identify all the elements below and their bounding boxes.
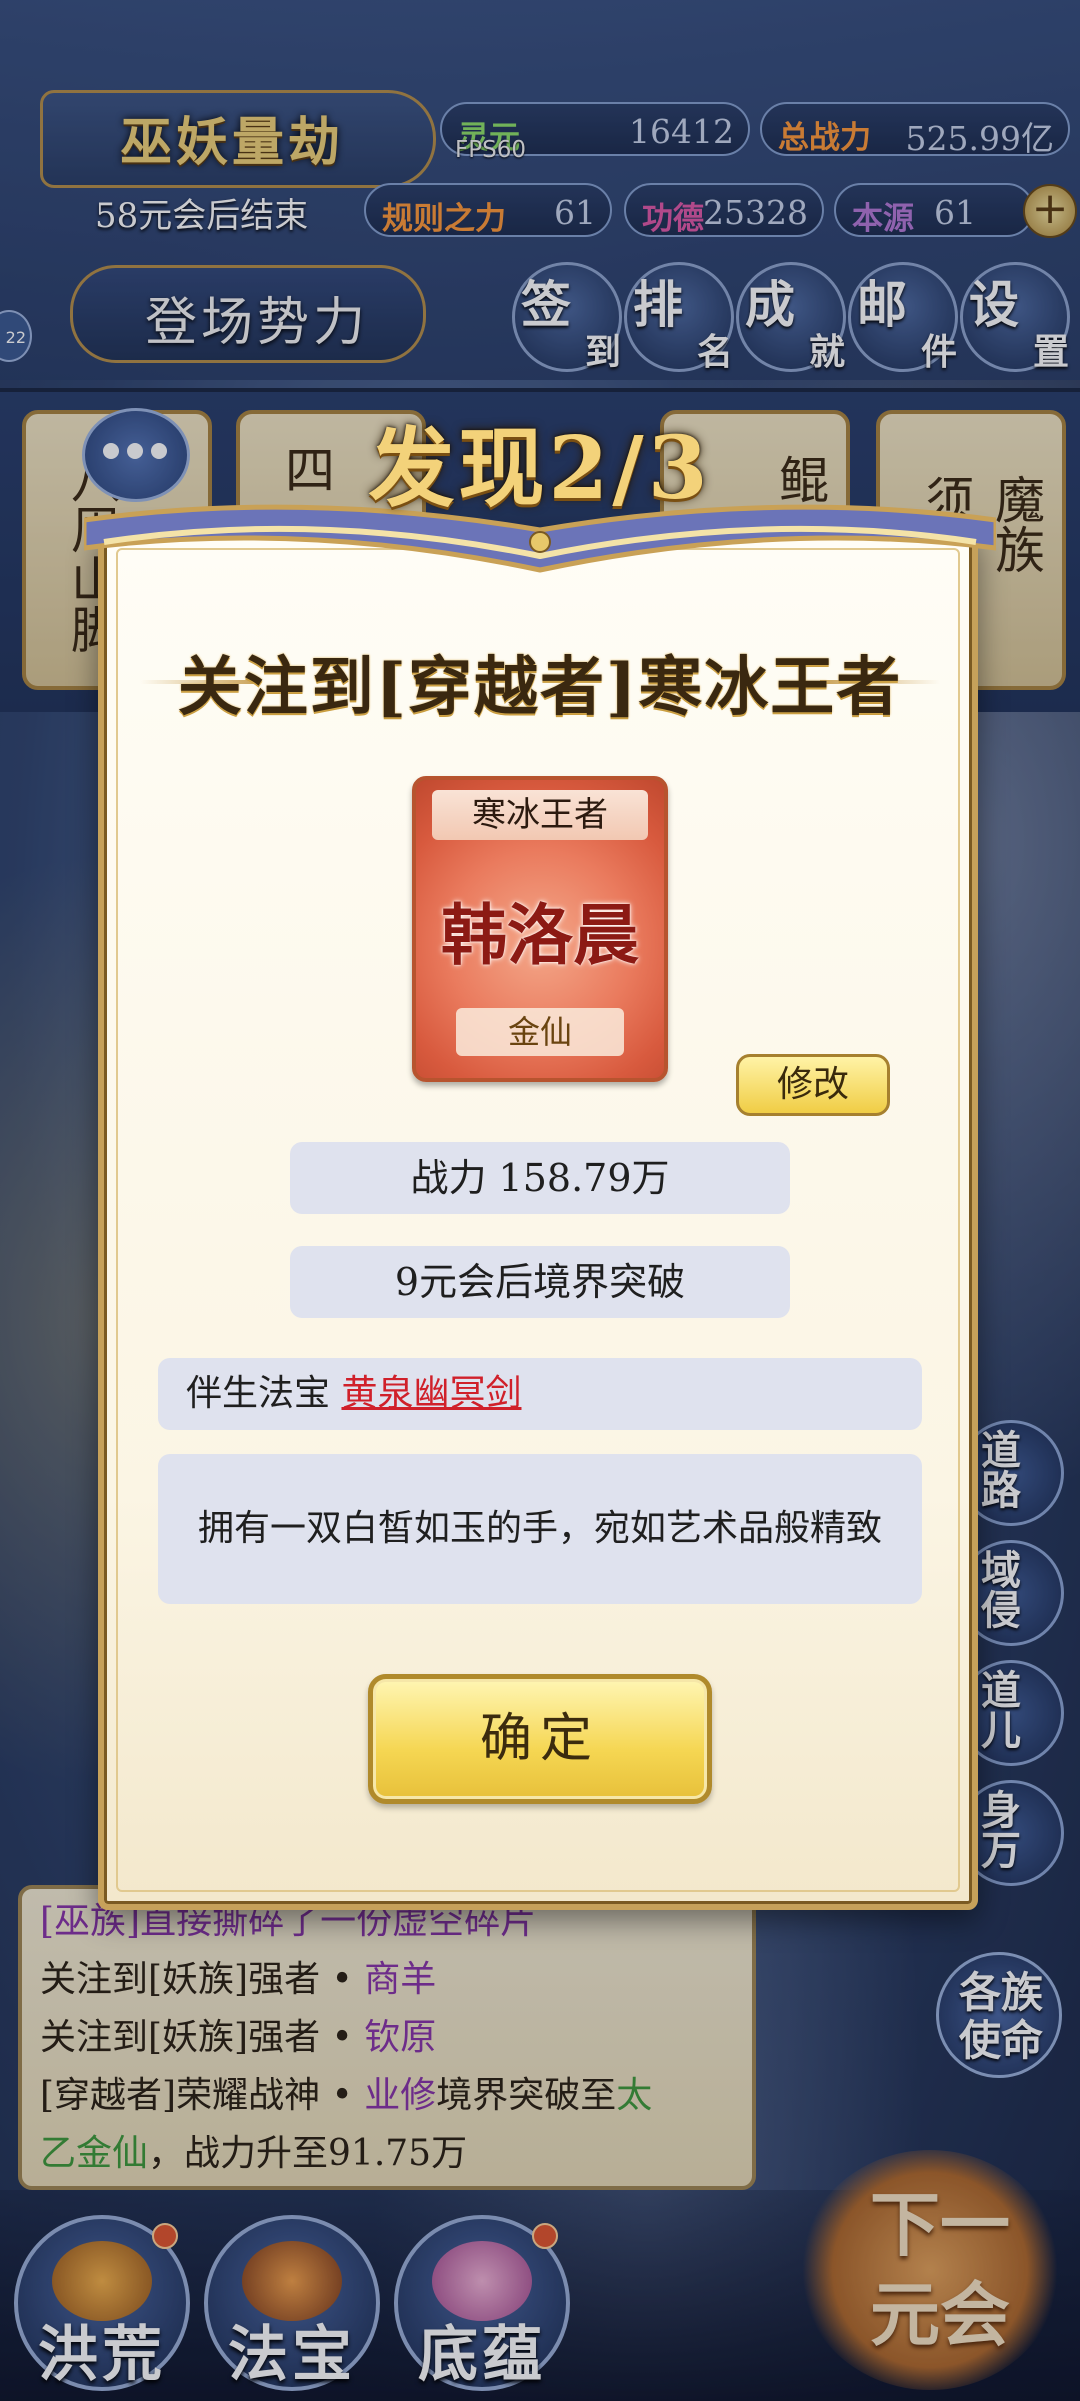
character-description: 拥有一双白皙如玉的手，宛如艺术品般精致 [158,1454,922,1604]
character-card[interactable]: 寒冰王者 韩洛晨 金仙 [412,776,668,1082]
character-name: 韩洛晨 [441,896,639,974]
discovery-counter: 发现2/3 [368,418,712,519]
character-title: 寒冰王者 [432,790,648,840]
power-value: 战力 158.79万 [290,1142,790,1214]
edit-button[interactable]: 修改 [736,1054,890,1116]
breakthrough-countdown: 9元会后境界突破 [290,1246,790,1318]
companion-treasure-row: 伴生法宝 黄泉幽冥剑 [158,1358,922,1430]
dialog-headline: 关注到[穿越者]寒冰王者 [177,650,903,725]
treasure-link[interactable]: 黄泉幽冥剑 [341,1373,521,1414]
character-rank: 金仙 [456,1008,624,1056]
treasure-label: 伴生法宝 [186,1373,331,1414]
confirm-button[interactable]: 确定 [368,1674,712,1804]
